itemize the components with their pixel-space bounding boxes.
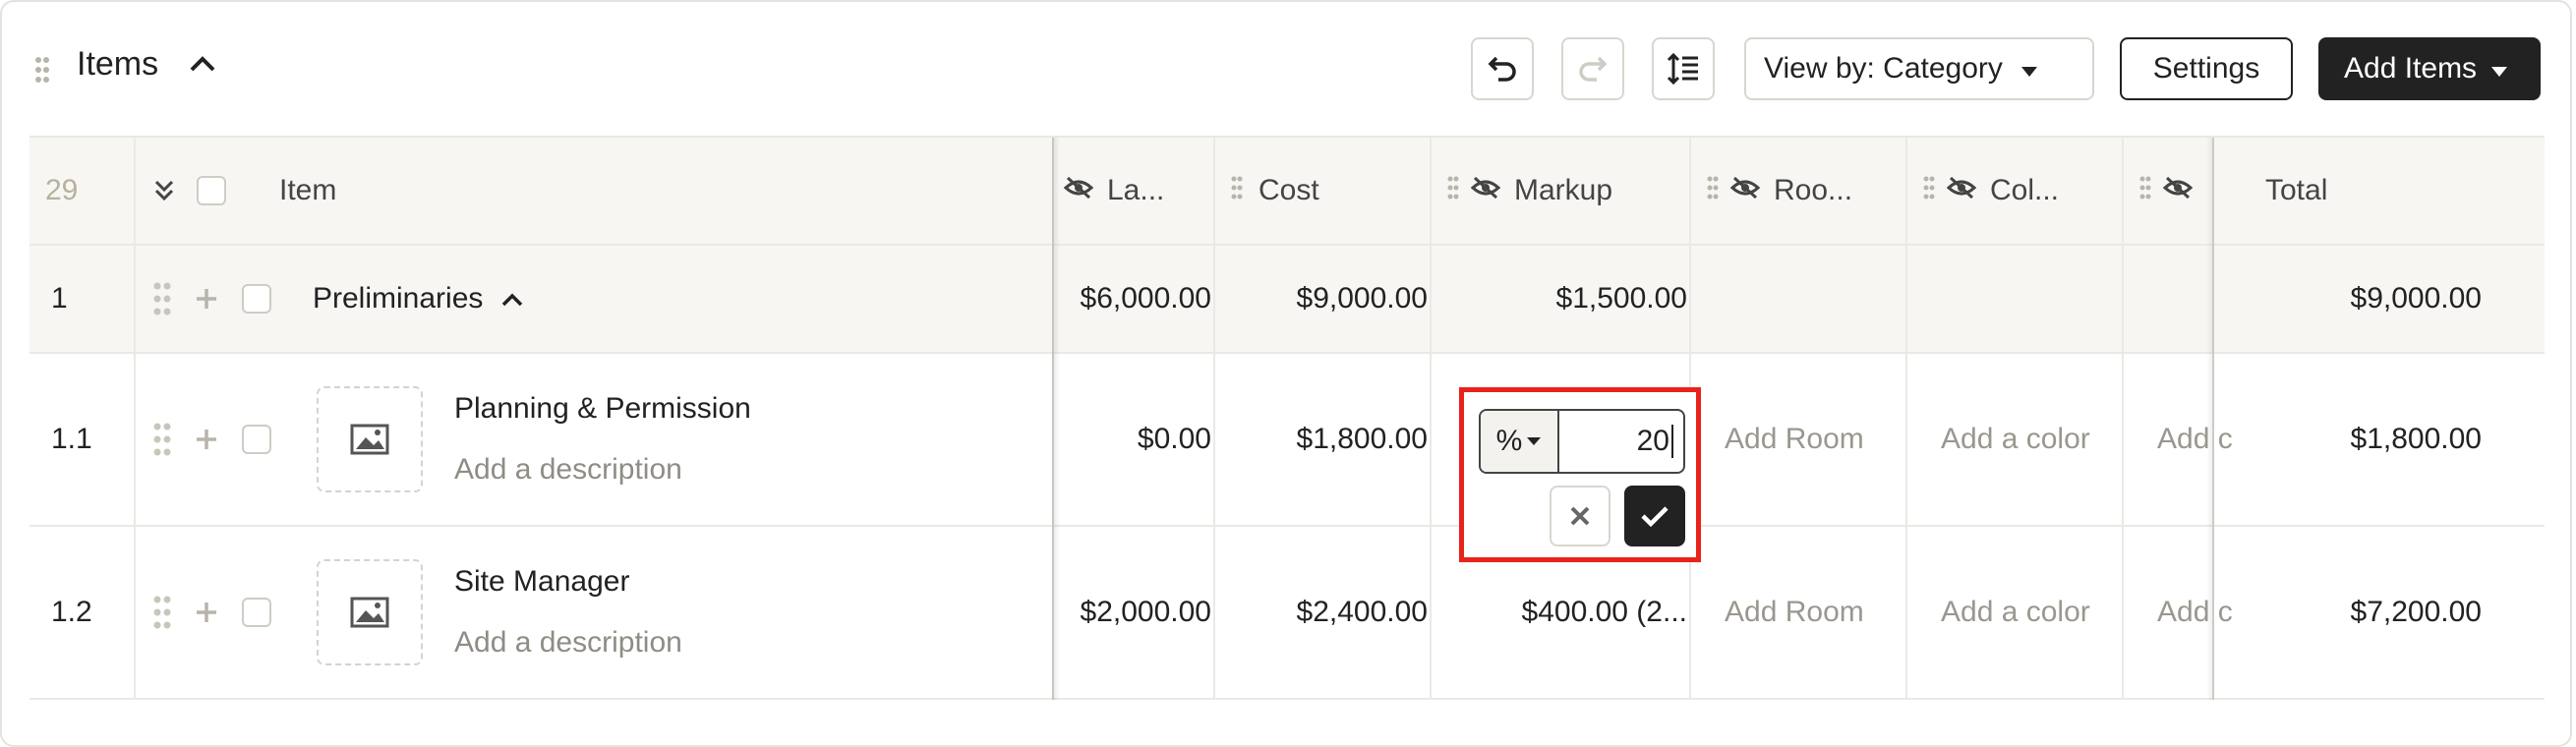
row-number: 1.2 <box>51 596 92 628</box>
plus-icon[interactable] <box>195 527 224 698</box>
drag-handle-icon[interactable] <box>1231 174 1243 207</box>
item-description[interactable]: Add a description <box>454 626 682 660</box>
cost-cell[interactable]: $1,800.00 <box>1231 354 1447 525</box>
view-by-label: View by: Category <box>1764 52 2003 85</box>
drag-handle-icon[interactable] <box>2139 174 2151 207</box>
cost-cell[interactable]: $2,400.00 <box>1231 527 1447 698</box>
drag-handle-icon[interactable] <box>153 246 183 352</box>
table-row: 1.1 Planning & Permission Add a descript… <box>29 354 2545 527</box>
total-cell: $7,200.00 <box>2350 596 2482 628</box>
plus-icon[interactable] <box>195 354 224 525</box>
row-checkbox[interactable] <box>242 527 281 698</box>
total-cell: $9,000.00 <box>2350 282 2482 315</box>
undo-button[interactable] <box>1471 37 1534 100</box>
item-details: Planning & Permission Add a description <box>454 354 1044 525</box>
redo-icon <box>1579 56 1608 82</box>
plus-icon[interactable] <box>195 246 224 352</box>
item-name[interactable]: Planning & Permission <box>454 392 751 426</box>
column-header-room[interactable]: Roo... <box>1707 138 1923 244</box>
room-cell[interactable]: Add Room <box>1707 527 1923 698</box>
collapse-all-icon[interactable] <box>153 138 193 244</box>
drag-handle-icon[interactable] <box>35 57 49 87</box>
labor-cell[interactable]: $0.00 <box>1054 354 1231 525</box>
frozen-column-shadow <box>1052 138 1060 700</box>
labor-cell: $6,000.00 <box>1080 282 1211 315</box>
row-checkbox[interactable] <box>242 354 281 525</box>
markup-value[interactable]: 20 <box>1637 411 1673 472</box>
item-description[interactable]: Add a description <box>454 453 682 487</box>
color-cell[interactable]: Add a color <box>1923 527 2139 698</box>
redo-button[interactable] <box>1561 37 1624 100</box>
column-divider <box>2122 138 2124 700</box>
drag-handle-icon[interactable] <box>153 527 183 698</box>
confirm-markup-button[interactable] <box>1624 486 1685 546</box>
row-spacing-button[interactable] <box>1652 37 1715 100</box>
row-number: 1 <box>51 282 68 315</box>
column-header-cost[interactable]: Cost <box>1231 138 1447 244</box>
total-cell: $1,800.00 <box>2350 423 2482 455</box>
cancel-markup-button[interactable] <box>1550 486 1610 546</box>
item-thumbnail[interactable] <box>317 354 435 525</box>
chevron-up-icon[interactable] <box>189 55 216 78</box>
room-cell[interactable]: Add Room <box>1707 354 1923 525</box>
chevron-up-icon[interactable] <box>500 282 524 316</box>
group-row: 1 Preliminaries $6,000.00 $9,000.00 $1,5… <box>29 246 2545 354</box>
eye-off-icon <box>1729 174 1761 207</box>
cost-cell: $9,000.00 <box>1296 282 1428 315</box>
drag-handle-icon[interactable] <box>1923 174 1935 207</box>
column-divider <box>134 138 136 700</box>
column-divider <box>1905 138 1907 700</box>
markup-unit-dropdown[interactable]: % <box>1481 411 1559 472</box>
column-header-total[interactable]: Total <box>2246 138 2501 244</box>
color-cell[interactable]: Add a color <box>1923 354 2139 525</box>
row-checkbox[interactable] <box>242 246 281 352</box>
image-placeholder-icon <box>350 597 389 628</box>
caret-down-icon <box>1527 437 1542 445</box>
eye-off-icon <box>1470 174 1501 207</box>
column-header-hidden[interactable] <box>2139 138 2238 244</box>
total-column-shadow <box>2206 138 2214 700</box>
item-name[interactable]: Site Manager <box>454 565 629 599</box>
markup-input[interactable]: % 20 <box>1479 409 1685 474</box>
drag-handle-icon[interactable] <box>1707 174 1719 207</box>
eye-off-icon <box>1946 174 1977 207</box>
line-spacing-icon <box>1667 53 1698 85</box>
column-header-color[interactable]: Col... <box>1923 138 2139 244</box>
eye-off-icon <box>1063 174 1094 207</box>
caret-down-icon <box>2490 52 2508 86</box>
row-number: 1.1 <box>51 423 92 455</box>
group-name[interactable]: Preliminaries <box>313 246 706 352</box>
markup-cell: $1,500.00 <box>1555 282 1687 315</box>
image-placeholder-icon <box>350 424 389 455</box>
close-icon <box>1570 506 1590 526</box>
table-header-row: 29 Item La... Cost Markup Roo... Col... … <box>29 138 2545 246</box>
item-details: Site Manager Add a description <box>454 527 1044 698</box>
eye-off-icon <box>2162 174 2194 207</box>
labor-cell[interactable]: $2,000.00 <box>1054 527 1231 698</box>
view-by-dropdown[interactable]: View by: Category <box>1744 37 2094 100</box>
add-items-button[interactable]: Add Items <box>2318 37 2541 100</box>
column-divider <box>1213 138 1215 700</box>
page-title: Items <box>77 45 159 83</box>
select-all-checkbox[interactable] <box>197 138 236 244</box>
column-divider <box>1430 138 1432 700</box>
text-cursor <box>1671 425 1673 458</box>
item-count: 29 <box>45 174 79 206</box>
check-icon <box>1641 506 1669 528</box>
caret-down-icon <box>2020 52 2038 86</box>
item-thumbnail[interactable] <box>317 527 435 698</box>
undo-icon <box>1488 56 1516 82</box>
drag-handle-icon[interactable] <box>153 354 183 525</box>
extra-cell[interactable]: Add c <box>2139 354 2238 525</box>
column-header-markup[interactable]: Markup <box>1447 138 1707 244</box>
drag-handle-icon[interactable] <box>1447 174 1459 207</box>
extra-cell[interactable]: Add c <box>2139 527 2238 698</box>
column-header-item[interactable]: Item <box>279 138 574 244</box>
settings-button[interactable]: Settings <box>2120 37 2293 100</box>
add-items-label: Add Items <box>2344 52 2478 85</box>
table-row: 1.2 Site Manager Add a description $2,00… <box>29 527 2545 700</box>
